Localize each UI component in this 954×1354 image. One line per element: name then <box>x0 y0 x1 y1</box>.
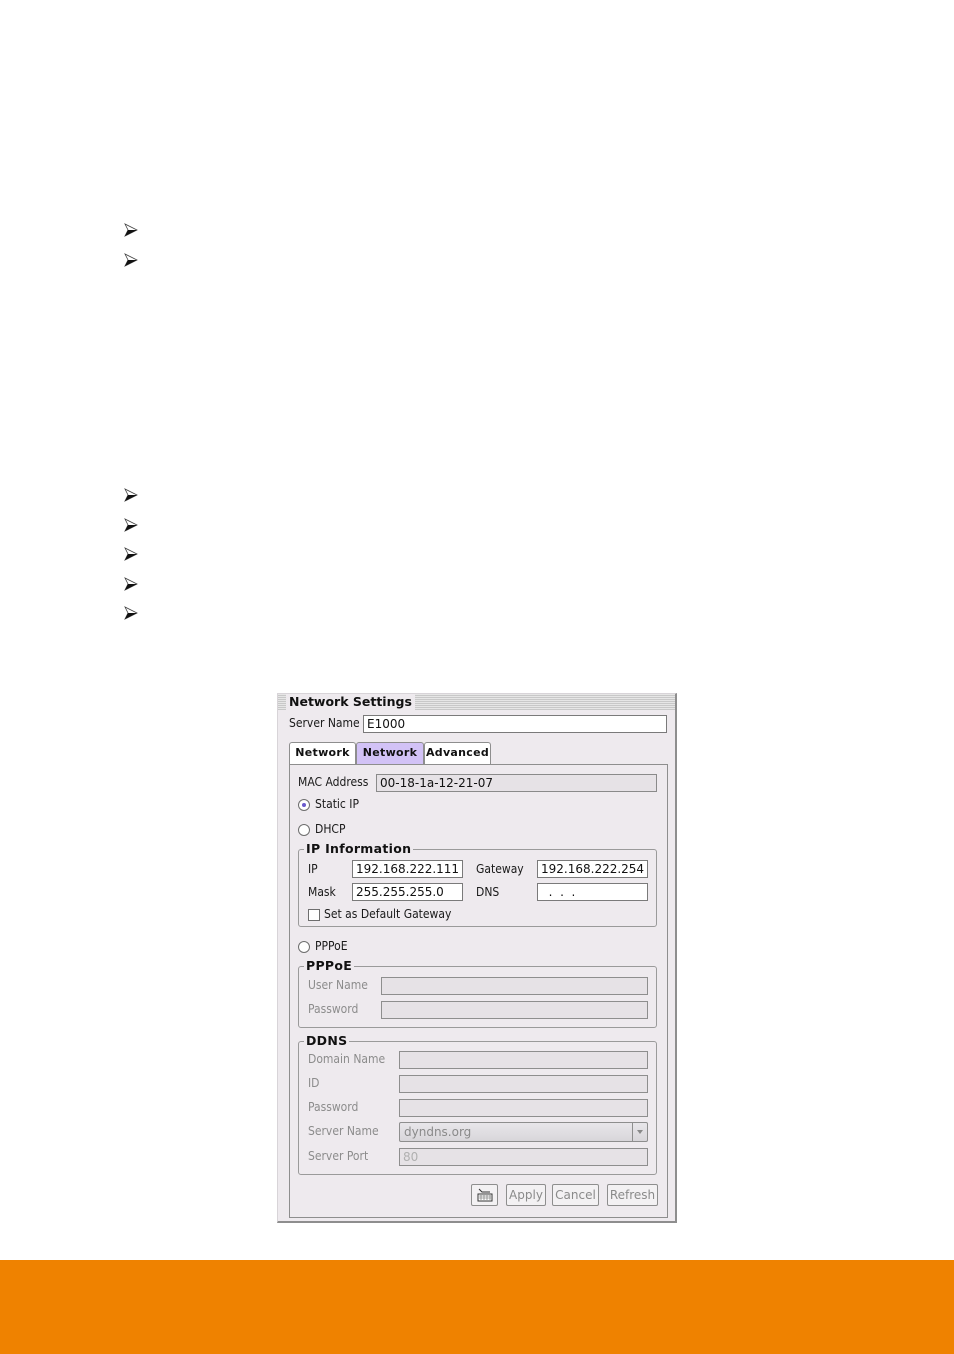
ip-information-group: IP Information IP 192.168.222.111 Gatewa… <box>298 841 657 927</box>
dhcp-radio[interactable] <box>298 824 310 836</box>
dialog-titlebar: Network Settings <box>278 694 675 710</box>
ddns-group: DDNS Domain Name ID Password Server Name… <box>298 1033 657 1175</box>
ddns-domain-name-label: Domain Name <box>308 1052 386 1066</box>
mask-input[interactable]: 255.255.255.0 <box>352 883 463 901</box>
mask-label: Mask <box>308 885 336 899</box>
virtual-keyboard-button[interactable] <box>471 1184 498 1206</box>
arrowhead-bullet-icon <box>124 518 138 532</box>
ip-label: IP <box>308 862 318 876</box>
dns-label: DNS <box>476 885 500 899</box>
arrowhead-bullet-icon <box>124 606 138 620</box>
server-name-input[interactable]: E1000 <box>363 715 667 733</box>
pppoe-user-name-label: User Name <box>308 978 368 992</box>
pppoe-radio[interactable] <box>298 941 310 953</box>
arrowhead-bullet-icon <box>124 547 138 561</box>
cancel-button[interactable]: Cancel <box>552 1184 599 1206</box>
default-gateway-label[interactable]: Set as Default Gateway <box>324 907 451 921</box>
pppoe-radio-label[interactable]: PPPoE <box>315 939 348 953</box>
default-gateway-checkbox[interactable] <box>308 909 320 921</box>
pppoe-group-title: PPPoE <box>304 958 355 974</box>
static-ip-radio[interactable] <box>298 799 310 811</box>
static-ip-label[interactable]: Static IP <box>315 797 359 811</box>
tab-network-1[interactable]: Network 1 <box>289 742 356 779</box>
apply-button[interactable]: Apply <box>506 1184 546 1206</box>
gateway-label: Gateway <box>476 862 524 876</box>
mac-address-label: MAC Address <box>298 775 369 789</box>
ddns-server-port-label: Server Port <box>308 1149 369 1163</box>
dialog-title: Network Settings <box>286 694 415 710</box>
mac-address-field: 00-18-1a-12-21-07 <box>376 774 657 792</box>
tab-advanced[interactable]: Advanced <box>424 742 491 764</box>
ddns-server-name-label: Server Name <box>308 1124 379 1138</box>
pppoe-password-input[interactable] <box>381 1001 648 1019</box>
arrowhead-bullet-icon <box>124 253 138 267</box>
footer-band <box>0 1260 954 1354</box>
ddns-group-title: DDNS <box>304 1033 350 1049</box>
ddns-id-input[interactable] <box>399 1075 648 1093</box>
radio-selected-dot <box>302 803 306 807</box>
ddns-server-name-value: dyndns.org <box>404 1125 472 1139</box>
arrowhead-bullet-icon <box>124 488 138 502</box>
ddns-server-name-select[interactable]: dyndns.org <box>399 1122 648 1142</box>
network-2-panel: MAC Address 00-18-1a-12-21-07 Static IP … <box>289 764 668 1218</box>
gateway-input[interactable]: 192.168.222.254 <box>537 860 648 878</box>
dns-input[interactable]: . . . <box>537 883 648 901</box>
ddns-server-port-input[interactable]: 80 <box>399 1148 648 1166</box>
ip-input[interactable]: 192.168.222.111 <box>352 860 463 878</box>
network-settings-dialog: Network Settings Server Name E1000 Netwo… <box>277 693 677 1223</box>
pppoe-user-name-input[interactable] <box>381 977 648 995</box>
arrowhead-bullet-icon <box>124 223 138 237</box>
pppoe-password-label: Password <box>308 1002 359 1016</box>
pppoe-group: PPPoE User Name Password <box>298 958 657 1028</box>
tab-network-2[interactable]: Network 2 <box>356 742 424 779</box>
arrowhead-bullet-icon <box>124 577 138 591</box>
refresh-button[interactable]: Refresh <box>607 1184 658 1206</box>
dhcp-label[interactable]: DHCP <box>315 822 346 836</box>
server-name-label: Server Name <box>289 716 360 730</box>
ddns-id-label: ID <box>308 1076 320 1090</box>
ddns-password-input[interactable] <box>399 1099 648 1117</box>
ip-information-title: IP Information <box>304 841 414 857</box>
ddns-domain-name-input[interactable] <box>399 1051 648 1069</box>
chevron-down-icon[interactable] <box>632 1123 647 1141</box>
ddns-password-label: Password <box>308 1100 359 1114</box>
keyboard-icon <box>477 1188 493 1202</box>
